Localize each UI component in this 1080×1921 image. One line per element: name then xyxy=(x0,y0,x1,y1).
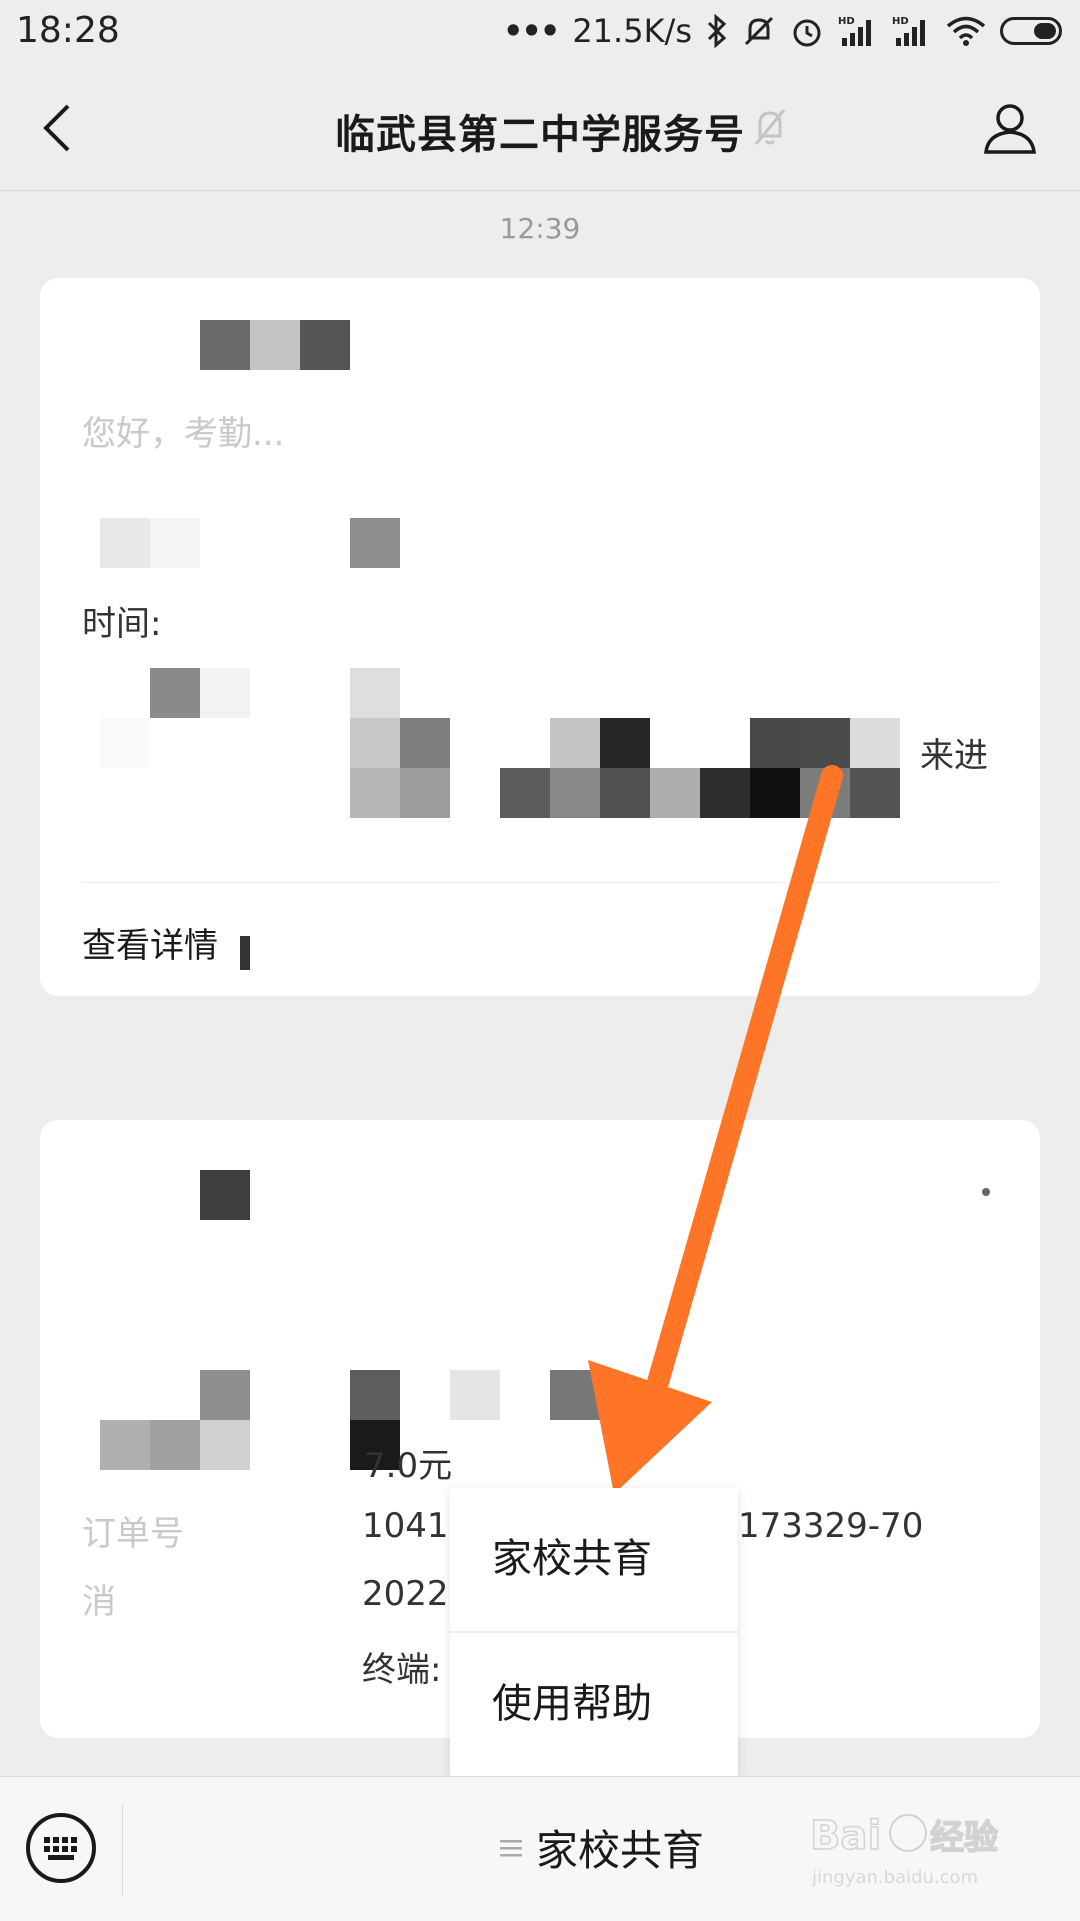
mosaic-block xyxy=(200,1170,250,1220)
mosaic-block xyxy=(300,320,350,370)
mosaic-block xyxy=(400,768,450,818)
mosaic-block xyxy=(750,718,800,768)
mosaic-block xyxy=(800,718,850,768)
menu-tab-label: 家校共育 xyxy=(536,1826,705,1875)
consume-label: 消 xyxy=(82,1582,116,1622)
status-icons: ••• 21.5K/s HD HD xyxy=(503,12,1062,50)
date-prefix: 2022 xyxy=(362,1574,449,1614)
mosaic-block xyxy=(550,718,600,768)
payment-amount: 7.0元 xyxy=(364,1446,453,1486)
mosaic-block xyxy=(350,718,400,768)
svg-text:jingyan.baidu.com: jingyan.baidu.com xyxy=(811,1867,978,1888)
order-number-suffix: 173329-70 xyxy=(738,1506,924,1546)
mosaic-block xyxy=(200,320,250,370)
nav-bar: 临武县第二中学服务号 xyxy=(0,66,1080,191)
card-divider xyxy=(82,882,998,883)
mosaic-block xyxy=(850,768,900,818)
mosaic-block xyxy=(350,768,400,818)
mosaic-block xyxy=(400,718,450,768)
dots-icon: ••• xyxy=(502,12,560,50)
mosaic-block xyxy=(240,936,250,970)
svg-text:Bai: Bai xyxy=(810,1813,881,1859)
mosaic-block xyxy=(450,1370,500,1420)
svg-text:HD: HD xyxy=(838,16,855,27)
card-text-right: 来进 xyxy=(920,736,988,776)
profile-icon[interactable] xyxy=(982,100,1038,156)
mosaic-block xyxy=(700,768,750,818)
mosaic-block xyxy=(200,1420,250,1470)
svg-text:经验: 经验 xyxy=(930,1818,998,1858)
mosaic-block xyxy=(150,518,200,568)
wifi-icon xyxy=(946,16,986,46)
mosaic-block xyxy=(200,668,250,718)
signal-hd-icon: HD xyxy=(892,16,925,46)
mosaic-block xyxy=(600,768,650,818)
bluetooth-icon xyxy=(707,14,727,48)
battery-icon xyxy=(1000,17,1062,45)
order-number-prefix: 1041 xyxy=(362,1506,449,1546)
time-label: 时间: xyxy=(82,604,162,644)
order-label: 订单号 xyxy=(82,1514,184,1554)
mosaic-block xyxy=(850,718,900,768)
mosaic-block xyxy=(550,768,600,818)
mosaic-block xyxy=(100,718,150,768)
mosaic-block xyxy=(150,668,200,718)
mosaic-block xyxy=(650,768,700,818)
menu-tab-home-school[interactable]: 家校共育 xyxy=(500,1817,704,1878)
mosaic-block xyxy=(150,1420,200,1470)
muted-bell-icon xyxy=(754,109,786,145)
dot-marker xyxy=(982,1188,990,1196)
terminal-label: 终端: xyxy=(362,1650,442,1690)
menu-lines-icon xyxy=(500,1839,522,1856)
keyboard-icon[interactable] xyxy=(26,1813,96,1883)
mosaic-block xyxy=(250,320,300,370)
mosaic-block xyxy=(600,718,650,768)
mosaic-block xyxy=(550,1370,600,1420)
message-timestamp: 12:39 xyxy=(499,212,581,245)
mosaic-block xyxy=(200,1370,250,1420)
status-time: 18:28 xyxy=(16,10,120,51)
mute-icon xyxy=(744,16,774,46)
mosaic-block xyxy=(800,768,850,818)
mosaic-block xyxy=(750,768,800,818)
page-title: 临武县第二中学服务号 xyxy=(335,112,745,158)
blurred-text: 您好，考勤... xyxy=(82,414,285,454)
mosaic-block xyxy=(100,518,150,568)
baidu-watermark-logo: Bai 经验 jingyan.baidu.com xyxy=(810,1812,999,1888)
bottom-separator xyxy=(122,1805,123,1895)
popup-menu: 家校共育 使用帮助 xyxy=(450,1488,738,1776)
alarm-icon xyxy=(793,19,821,47)
view-details-link[interactable]: 查看详情 xyxy=(82,918,218,967)
mosaic-block xyxy=(350,518,400,568)
menu-item-home-school[interactable]: 家校共育 xyxy=(450,1488,738,1631)
message-card-notice[interactable]: 您好，考勤... 时间: 来进 查看详情 xyxy=(40,278,1040,996)
svg-text:HD: HD xyxy=(892,16,909,27)
mosaic-block xyxy=(500,768,550,818)
mosaic-block xyxy=(350,1370,400,1420)
mosaic-block xyxy=(100,1420,150,1470)
net-speed: 21.5K/s xyxy=(572,12,692,50)
mosaic-block xyxy=(350,668,400,718)
signal-hd-icon: HD xyxy=(838,16,871,46)
status-bar: 18:28 ••• 21.5K/s HD HD xyxy=(0,0,1080,66)
bottom-menu-bar: 家校共育 Bai 经验 jingyan.baidu.com xyxy=(0,1776,1080,1921)
menu-item-help[interactable]: 使用帮助 xyxy=(450,1633,738,1776)
